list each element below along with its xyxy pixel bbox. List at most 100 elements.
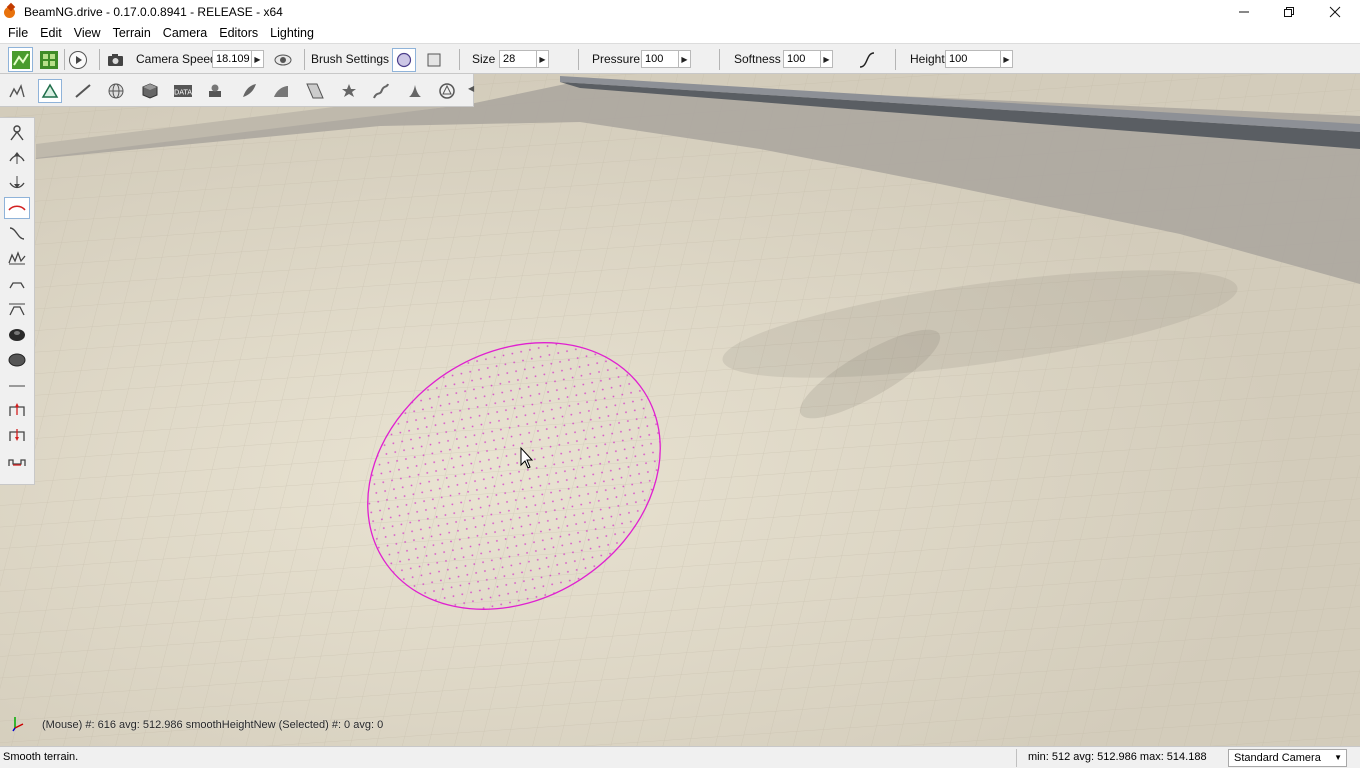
menu-file[interactable]: File xyxy=(0,26,34,40)
pressure-input[interactable]: 100 xyxy=(641,50,679,68)
terrain-editor-tab[interactable] xyxy=(38,79,62,103)
divider-icon xyxy=(9,385,25,387)
tool-clear-empty[interactable] xyxy=(4,348,30,370)
material-button[interactable] xyxy=(203,79,227,103)
forest-button[interactable] xyxy=(237,79,261,103)
size-input[interactable]: 28 xyxy=(499,50,537,68)
pressure-spinner[interactable]: 100 ▶ xyxy=(641,44,691,74)
softness-input[interactable]: 100 xyxy=(783,50,821,68)
height-input[interactable]: 100 xyxy=(945,50,1001,68)
smooth-slope-icon xyxy=(9,227,25,240)
main-toolbar: Camera Speed 18.109 ▶ Brush Settings Siz… xyxy=(0,43,1360,74)
mesh-road-button[interactable] xyxy=(303,79,327,103)
terrain-painter-icon xyxy=(39,50,58,69)
menu-edit[interactable]: Edit xyxy=(34,26,68,40)
3d-viewport[interactable]: (Mouse) #: 616 avg: 512.986 smoothHeight… xyxy=(0,74,1360,746)
menu-lighting[interactable]: Lighting xyxy=(264,26,320,40)
tool-raise-height[interactable] xyxy=(4,147,30,169)
size-arrow-icon[interactable]: ▶ xyxy=(537,50,549,68)
camera-mode-select[interactable]: Standard Camera ▼ xyxy=(1228,749,1347,767)
size-spinner[interactable]: 28 ▶ xyxy=(499,44,549,74)
set-height-icon xyxy=(9,303,25,316)
object-button[interactable] xyxy=(138,79,162,103)
editor-tools-toolbar: DATA ◀ xyxy=(0,74,474,107)
terrain-painter-button[interactable] xyxy=(36,47,61,72)
camera-speed-arrow-icon[interactable]: ▶ xyxy=(252,50,264,68)
softness-curve-icon xyxy=(859,52,875,68)
particle-icon xyxy=(409,85,421,97)
raise-height-icon xyxy=(9,152,25,164)
camera-speed-group: Camera Speed xyxy=(136,44,217,74)
menu-editors[interactable]: Editors xyxy=(213,26,264,40)
pressure-label: Pressure xyxy=(592,52,641,66)
maximize-button[interactable] xyxy=(1266,0,1312,23)
close-button[interactable] xyxy=(1312,0,1358,23)
height-spinner[interactable]: 100 ▶ xyxy=(945,44,1013,74)
alpha-brush-c-icon xyxy=(8,459,26,466)
visibility-button[interactable] xyxy=(272,49,294,71)
pressure-arrow-icon[interactable]: ▶ xyxy=(679,50,691,68)
tool-smooth-slope[interactable] xyxy=(4,222,30,244)
status-message: Smooth terrain. xyxy=(3,751,79,763)
tool-set-height[interactable] xyxy=(4,298,30,320)
sketch-button[interactable] xyxy=(369,79,393,103)
softness-curve-button[interactable] xyxy=(856,49,878,71)
tool-flatten[interactable] xyxy=(4,273,30,295)
datablock-icon: DATA xyxy=(174,85,192,97)
menu-terrain[interactable]: Terrain xyxy=(107,26,157,40)
softness-label: Softness xyxy=(734,52,781,66)
size-label: Size xyxy=(472,52,496,66)
tool-smooth-height[interactable] xyxy=(4,197,30,219)
river-button[interactable] xyxy=(269,79,293,103)
height-arrow-icon[interactable]: ▶ xyxy=(1001,50,1013,68)
decal-button[interactable] xyxy=(337,79,361,103)
tool-alpha-brush-c[interactable] xyxy=(4,450,30,472)
minimize-icon xyxy=(1239,11,1249,12)
svg-text:DATA: DATA xyxy=(174,89,192,97)
terrain-tools-button[interactable] xyxy=(5,79,29,103)
softness-arrow-icon[interactable]: ▶ xyxy=(821,50,833,68)
terrain-scene xyxy=(0,74,1360,746)
box-brush-button[interactable] xyxy=(423,49,445,71)
camera-button[interactable] xyxy=(105,49,127,71)
play-button[interactable] xyxy=(67,49,89,71)
beamng-logo-icon xyxy=(3,4,19,20)
terrain-painter-icon xyxy=(41,83,59,98)
world-editor-button[interactable] xyxy=(104,79,128,103)
alpha-brush-b-icon xyxy=(9,429,25,441)
box-brush-icon xyxy=(427,53,441,67)
menu-camera[interactable]: Camera xyxy=(157,26,213,40)
camera-mode-value: Standard Camera xyxy=(1234,752,1321,764)
terrain-tool-palette xyxy=(0,117,35,485)
softness-spinner[interactable]: 100 ▶ xyxy=(783,44,833,74)
decal-icon xyxy=(342,84,356,97)
lower-height-icon xyxy=(9,176,25,189)
terrain-editor-button[interactable] xyxy=(8,47,33,72)
minimize-button[interactable] xyxy=(1221,0,1267,23)
status-bar: Smooth terrain. min: 512 avg: 512.986 ma… xyxy=(0,746,1360,768)
menu-view[interactable]: View xyxy=(68,26,107,40)
smooth-height-icon xyxy=(8,205,26,211)
tool-paint-noise[interactable] xyxy=(4,247,30,269)
camera-speed-spinner[interactable]: 18.109 ▶ xyxy=(212,44,264,74)
toolbar-collapse-icon[interactable]: ◀ xyxy=(468,84,474,93)
navmesh-icon xyxy=(439,83,455,99)
mesh-road-icon xyxy=(306,83,324,99)
camera-speed-input[interactable]: 18.109 xyxy=(212,50,252,68)
terrain-tools-icon xyxy=(9,84,25,98)
tool-grab-terrain[interactable] xyxy=(4,122,30,144)
tool-lower-height[interactable] xyxy=(4,172,30,194)
circle-brush-icon xyxy=(396,52,412,68)
tool-set-empty[interactable] xyxy=(4,323,30,345)
navmesh-button[interactable] xyxy=(435,79,459,103)
restore-icon xyxy=(1284,6,1294,17)
world-editor-icon xyxy=(108,83,124,99)
tool-alpha-brush-b[interactable] xyxy=(4,424,30,446)
forest-icon xyxy=(243,84,256,97)
datablock-button[interactable]: DATA xyxy=(171,79,195,103)
eye-icon xyxy=(274,54,292,66)
circle-brush-button[interactable] xyxy=(392,48,416,72)
road-editor-button[interactable] xyxy=(71,79,95,103)
tool-alpha-brush-a[interactable] xyxy=(4,399,30,421)
particle-button[interactable] xyxy=(403,79,427,103)
